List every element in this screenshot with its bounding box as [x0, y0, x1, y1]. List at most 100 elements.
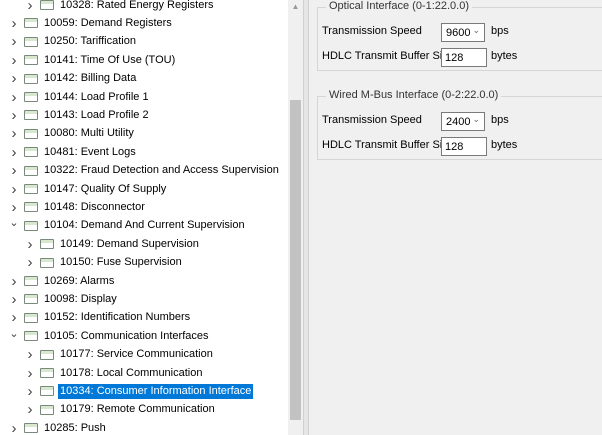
- optical-buffer-input[interactable]: 128: [441, 48, 487, 67]
- folder-node-icon: [24, 92, 38, 102]
- tree-item[interactable]: ⌄ 10105: Communication Interfaces: [8, 327, 210, 345]
- tree-item[interactable]: › 10269: Alarms: [8, 272, 116, 290]
- folder-node-icon: [40, 349, 54, 360]
- mbus-buffer-label: HDLC Transmit Buffer Size: [322, 139, 454, 151]
- folder-node-icon: [40, 386, 54, 397]
- tree-item[interactable]: › 10179: Remote Communication: [24, 401, 217, 419]
- folder-node-icon: [40, 239, 54, 250]
- folder-node-icon: [24, 294, 38, 305]
- tree-item[interactable]: › 10147: Quality Of Supply: [8, 180, 168, 198]
- chevron-right-icon[interactable]: ›: [8, 88, 20, 106]
- chevron-right-icon[interactable]: ›: [24, 382, 36, 400]
- folder-node-icon: [24, 220, 38, 231]
- tree-item[interactable]: › 10059: Demand Registers: [8, 14, 174, 32]
- optical-buffer-unit: bytes: [491, 50, 518, 62]
- tree-item-label: 10481: Event Logs: [44, 145, 136, 158]
- chevron-right-icon[interactable]: ›: [8, 180, 20, 198]
- tree-item[interactable]: › 10098: Display: [8, 290, 119, 308]
- chevron-right-icon[interactable]: ›: [8, 143, 20, 161]
- tree-vertical-scrollbar[interactable]: ▲: [288, 0, 303, 435]
- tree-item-label: 10269: Alarms: [44, 274, 115, 287]
- mbus-speed-unit: bps: [491, 114, 509, 126]
- chevron-right-icon[interactable]: ›: [8, 51, 20, 69]
- folder-node-icon: [24, 202, 38, 213]
- optical-speed-value: 9600: [446, 26, 471, 39]
- folder-node-icon: [24, 312, 38, 323]
- tree-item[interactable]: › 10142: Billing Data: [8, 70, 138, 88]
- tree-item-label: 10250: Tariffication: [44, 35, 136, 48]
- tree-item-label: 10143: Load Profile 2: [44, 108, 149, 121]
- folder-node-icon: [24, 184, 38, 194]
- folder-node-icon: [40, 368, 54, 378]
- scroll-thumb[interactable]: [290, 100, 301, 420]
- chevron-right-icon[interactable]: ›: [24, 254, 36, 272]
- tree-item[interactable]: › 10150: Fuse Supervision: [24, 254, 184, 272]
- chevron-right-icon[interactable]: ›: [24, 0, 36, 14]
- folder-node-icon: [24, 128, 38, 139]
- chevron-right-icon[interactable]: ›: [24, 235, 36, 253]
- tree-item-label: 10098: Display: [44, 292, 117, 305]
- chevron-right-icon[interactable]: ›: [24, 401, 36, 419]
- tree-item[interactable]: ⌄ 10104: Demand And Current Supervision: [8, 217, 247, 235]
- optical-buffer-label: HDLC Transmit Buffer Size: [322, 50, 454, 62]
- folder-node-icon: [24, 36, 38, 47]
- tree-item[interactable]: › 10143: Load Profile 2: [8, 106, 151, 124]
- optical-speed-label: Transmission Speed: [322, 25, 422, 37]
- chevron-right-icon[interactable]: ›: [8, 272, 20, 290]
- chevron-right-icon[interactable]: ›: [8, 70, 20, 88]
- mbus-interface-group: Wired M-Bus Interface (0-2:22.0.0) Trans…: [317, 89, 602, 160]
- chevron-down-icon[interactable]: ⌄: [8, 214, 20, 232]
- folder-node-icon: [24, 18, 38, 29]
- folder-node-icon: [24, 423, 38, 434]
- chevron-right-icon[interactable]: ›: [8, 33, 20, 51]
- navigation-tree[interactable]: › 10328: Rated Energy Registers › 10059: De…: [0, 0, 288, 435]
- tree-item[interactable]: › 10250: Tariffication: [8, 33, 138, 51]
- tree-item[interactable]: › 10144: Load Profile 1: [8, 88, 151, 106]
- mbus-interface-title: Wired M-Bus Interface (0-2:22.0.0): [326, 89, 502, 101]
- chevron-right-icon[interactable]: ›: [8, 125, 20, 143]
- mbus-speed-value: 2400: [446, 115, 471, 128]
- tree-item[interactable]: › 10285: Push: [8, 419, 108, 435]
- mbus-buffer-input[interactable]: 128: [441, 137, 487, 156]
- folder-node-icon: [24, 110, 38, 121]
- chevron-right-icon[interactable]: ›: [24, 364, 36, 382]
- tree-item[interactable]: › 10177: Service Communication: [24, 346, 215, 364]
- tree-item[interactable]: › 10080: Multi Utility: [8, 125, 136, 143]
- chevron-right-icon[interactable]: ›: [8, 162, 20, 180]
- folder-node-icon: [40, 257, 54, 268]
- folder-node-icon: [40, 0, 54, 10]
- chevron-right-icon[interactable]: ›: [8, 14, 20, 32]
- tree-item[interactable]: › 10148: Disconnector: [8, 198, 147, 216]
- folder-node-icon: [24, 165, 38, 176]
- tree-item[interactable]: › 10481: Event Logs: [8, 143, 138, 161]
- optical-speed-select[interactable]: 9600 ⌄: [441, 23, 485, 42]
- optical-speed-unit: bps: [491, 25, 509, 37]
- mbus-speed-label: Transmission Speed: [322, 114, 422, 126]
- tree-item[interactable]: › 10328: Rated Energy Registers: [24, 0, 215, 14]
- chevron-down-icon[interactable]: ⌄: [472, 114, 480, 125]
- scroll-up-arrow-icon[interactable]: ▲: [288, 0, 303, 12]
- chevron-right-icon[interactable]: ›: [24, 346, 36, 364]
- chevron-down-icon[interactable]: ⌄: [472, 25, 480, 36]
- tree-item[interactable]: › 10152: Identification Numbers: [8, 309, 192, 327]
- folder-node-icon: [40, 404, 54, 415]
- chevron-right-icon[interactable]: ›: [8, 419, 20, 435]
- chevron-right-icon[interactable]: ›: [8, 106, 20, 124]
- optical-buffer-value: 128: [445, 51, 464, 64]
- tree-item-label: 10059: Demand Registers: [44, 16, 172, 29]
- interface-settings-panel: Optical Interface (0-1:22.0.0) Transmiss…: [309, 0, 602, 435]
- tree-item[interactable]: › 10141: Time Of Use (TOU): [8, 51, 177, 69]
- mbus-speed-select[interactable]: 2400 ⌄: [441, 112, 485, 131]
- tree-item[interactable]: › 10178: Local Communication: [24, 364, 204, 382]
- tree-item-label: 10334: Consumer Information Interface: [58, 383, 254, 399]
- tree-item[interactable]: › 10322: Fraud Detection and Access Super…: [8, 162, 281, 180]
- folder-node-icon: [24, 55, 38, 66]
- optical-interface-title: Optical Interface (0-1:22.0.0): [326, 0, 473, 12]
- tree-item[interactable]: › 10334: Consumer Information Interface: [24, 382, 254, 400]
- tree-item-label: 10179: Remote Communication: [60, 403, 215, 416]
- tree-item-label: 10322: Fraud Detection and Access Superv…: [44, 164, 279, 177]
- chevron-down-icon[interactable]: ⌄: [8, 324, 20, 342]
- chevron-right-icon[interactable]: ›: [8, 290, 20, 308]
- tree-item[interactable]: › 10149: Demand Supervision: [24, 235, 201, 253]
- folder-node-icon: [24, 331, 38, 342]
